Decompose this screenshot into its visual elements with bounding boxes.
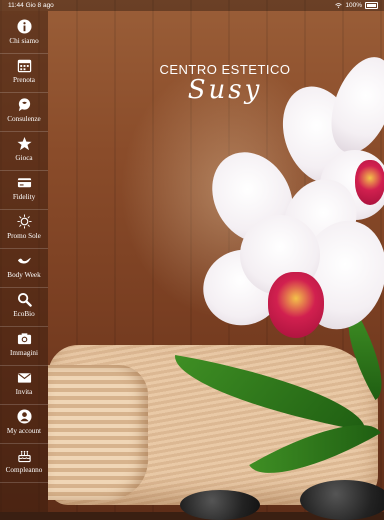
towel-roll: [48, 365, 148, 500]
search-icon: [0, 292, 48, 310]
calendar-icon: [0, 58, 48, 76]
wifi-icon: [335, 3, 343, 8]
sidebar-item-label: Invita: [15, 388, 33, 396]
sidebar-item-label: Promo Sole: [7, 232, 41, 240]
sidebar-item-label: EcoBio: [13, 310, 35, 318]
sidebar-item-gioca[interactable]: Gioca: [0, 131, 48, 171]
battery-percent: 100%: [345, 2, 362, 9]
info-icon: [0, 19, 48, 37]
sidebar-item-label: Prenota: [13, 76, 35, 84]
sidebar-item-chi-siamo[interactable]: Chi siamo: [0, 14, 48, 54]
sidebar-item-label: Fidelity: [12, 193, 36, 201]
logo-title: Susy: [187, 75, 263, 105]
sidebar-item-label: Gioca: [15, 154, 33, 162]
sidebar-item-promo-sole[interactable]: Promo Sole: [0, 209, 48, 249]
sidebar-item-label: Consulenze: [7, 115, 41, 123]
sidebar-item-immagini[interactable]: Immagini: [0, 326, 48, 366]
mail-icon: [0, 370, 48, 388]
stone: [180, 490, 260, 520]
sidebar-item-compleanno[interactable]: Compleanno: [0, 443, 48, 483]
status-time-date: 11:44 Gio 8 ago: [8, 2, 54, 9]
sidebar-item-label: Chi siamo: [9, 37, 39, 45]
sidebar-item-label: My account: [6, 427, 42, 435]
status-indicators: 100%: [335, 2, 378, 9]
cake-icon: [0, 448, 48, 466]
sidebar-item-body-week[interactable]: Body Week: [0, 248, 48, 288]
sidebar-item-my-account[interactable]: My account: [0, 404, 48, 444]
brand-logo: CENTRO ESTETICO Susy: [150, 62, 300, 105]
card-icon: [0, 175, 48, 193]
status-time: 11:44: [8, 2, 24, 9]
sidebar-item-consulenze[interactable]: Consulenze: [0, 92, 48, 132]
status-bar: 11:44 Gio 8 ago 100%: [0, 0, 384, 11]
chat-icon: [0, 97, 48, 115]
battery-icon: [365, 2, 378, 9]
sidebar-item-ecobio[interactable]: EcoBio: [0, 287, 48, 327]
stone: [300, 480, 384, 520]
sidebar-item-fidelity[interactable]: Fidelity: [0, 170, 48, 210]
sidebar-item-label: Immagini: [10, 349, 38, 357]
user-icon: [0, 409, 48, 427]
camera-icon: [0, 331, 48, 349]
sun-icon: [0, 214, 48, 232]
star-icon: [0, 136, 48, 154]
bird-icon: [0, 253, 48, 271]
status-date: Gio 8 ago: [25, 2, 54, 9]
sidebar-nav: Chi siamo Prenota Consulenze Gioca Fidel…: [0, 11, 48, 512]
sidebar-item-label: Body Week: [7, 271, 41, 279]
sidebar-item-label: Compleanno: [5, 466, 43, 474]
sidebar-item-prenota[interactable]: Prenota: [0, 53, 48, 93]
sidebar-item-invita[interactable]: Invita: [0, 365, 48, 405]
